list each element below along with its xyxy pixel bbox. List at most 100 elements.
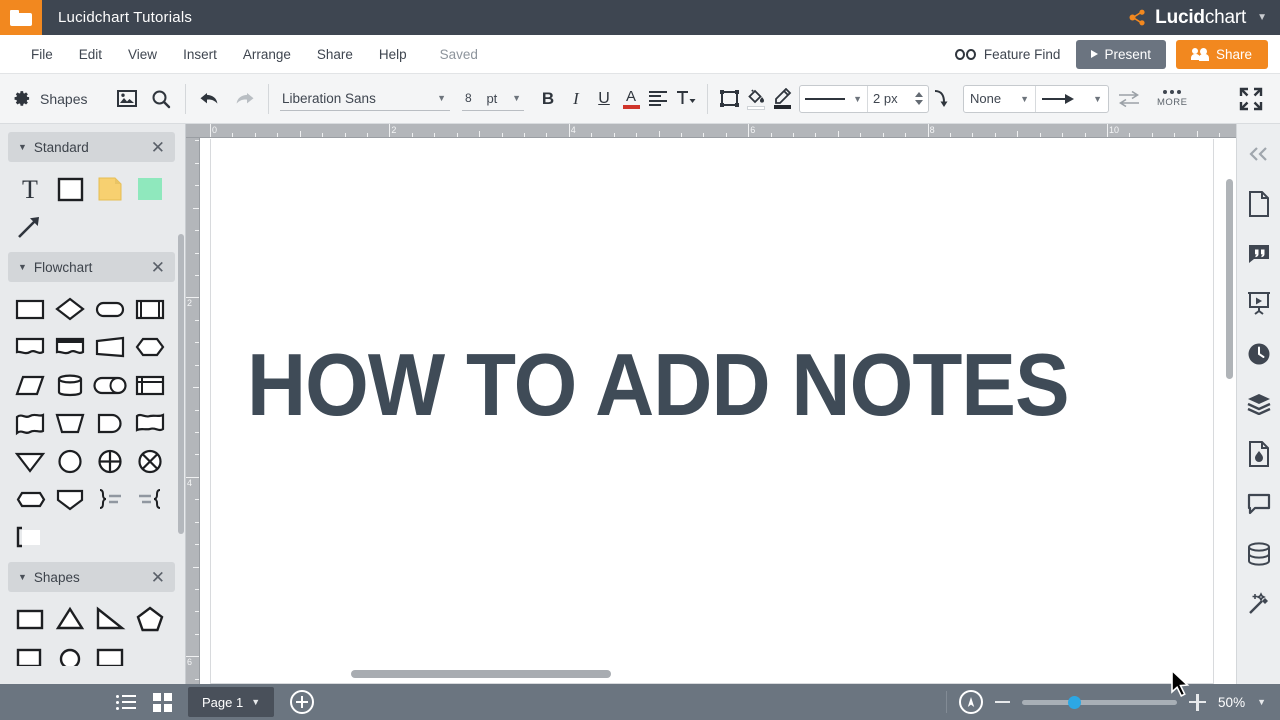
- present-button[interactable]: Present: [1076, 39, 1166, 69]
- grid-view-icon[interactable]: [146, 687, 178, 717]
- text-options-button[interactable]: [672, 84, 700, 114]
- shape-border-button[interactable]: [715, 84, 743, 114]
- shape-delay[interactable]: [130, 404, 170, 442]
- menu-item-view[interactable]: View: [115, 35, 170, 74]
- shape-section-shapes-header[interactable]: ▼ Shapes ✕: [8, 562, 175, 592]
- search-icon[interactable]: [144, 82, 178, 116]
- shape-manual-input[interactable]: [50, 480, 90, 518]
- shape-right-triangle[interactable]: [90, 600, 130, 638]
- arrow-start-select[interactable]: None ▼: [964, 85, 1036, 112]
- document-page[interactable]: HOW TO ADD NOTES: [210, 139, 1214, 684]
- shape-panel-scrollbar[interactable]: [178, 234, 184, 534]
- close-icon[interactable]: ✕: [151, 569, 165, 586]
- shape-section-standard-header[interactable]: ▼ Standard ✕: [8, 132, 175, 162]
- swap-arrows-icon[interactable]: [1117, 89, 1143, 109]
- notes-quote-icon[interactable]: [1242, 232, 1276, 276]
- shape-pentagon[interactable]: [130, 600, 170, 638]
- page-tab-page-1[interactable]: Page 1 ▼: [188, 687, 275, 717]
- shapes-toggle-button[interactable]: Shapes: [0, 89, 110, 108]
- line-width-stepper[interactable]: 2 px: [868, 86, 928, 112]
- line-color-button[interactable]: [769, 84, 795, 114]
- navigator-icon[interactable]: [959, 690, 984, 714]
- folder-icon[interactable]: [0, 0, 42, 35]
- shape-or-junction[interactable]: [130, 442, 170, 480]
- shape-summing-junction[interactable]: [90, 442, 130, 480]
- menu-item-share[interactable]: Share: [304, 35, 366, 74]
- zoom-out-icon[interactable]: [995, 700, 1011, 704]
- shape-rect-2[interactable]: [90, 638, 130, 676]
- shape-wave-document[interactable]: [10, 404, 50, 442]
- underline-button[interactable]: U: [590, 84, 618, 114]
- font-family-select[interactable]: Liberation Sans ▼: [280, 86, 450, 111]
- bold-button[interactable]: B: [534, 84, 562, 114]
- fill-color-button[interactable]: [743, 84, 769, 114]
- image-icon[interactable]: [110, 82, 144, 116]
- canvas-horizontal-scrollbar[interactable]: [351, 670, 611, 678]
- shape-internal-storage[interactable]: [130, 366, 170, 404]
- shape-rectangle[interactable]: [50, 170, 90, 208]
- menu-item-insert[interactable]: Insert: [170, 35, 230, 74]
- shape-terminator[interactable]: [90, 290, 130, 328]
- shape-text-tool[interactable]: T: [10, 170, 50, 208]
- shape-document[interactable]: [10, 328, 50, 366]
- menu-item-arrange[interactable]: Arrange: [230, 35, 304, 74]
- line-curve-button[interactable]: [929, 84, 955, 114]
- shape-database-cylinder[interactable]: [50, 366, 90, 404]
- shape-parallelogram-data[interactable]: [10, 366, 50, 404]
- shape-predefined-process[interactable]: [130, 290, 170, 328]
- line-style-select[interactable]: ▼: [800, 85, 868, 112]
- collapse-triangle-icon[interactable]: ▼: [18, 142, 27, 152]
- shape-multi-document[interactable]: [50, 328, 90, 366]
- magic-wand-icon[interactable]: [1242, 582, 1276, 626]
- shape-connector-circle[interactable]: [50, 442, 90, 480]
- list-view-icon[interactable]: [110, 687, 142, 717]
- shape-brace-right[interactable]: [90, 480, 130, 518]
- data-database-icon[interactable]: [1242, 532, 1276, 576]
- theme-droplet-icon[interactable]: [1242, 432, 1276, 476]
- chevron-down-icon[interactable]: ▼: [251, 697, 260, 707]
- collapse-panel-icon[interactable]: [1242, 132, 1276, 176]
- brand-chevron-down-icon[interactable]: ▼: [1257, 12, 1267, 23]
- page-document-icon[interactable]: [1242, 182, 1276, 226]
- menu-item-edit[interactable]: Edit: [66, 35, 115, 74]
- menu-item-help[interactable]: Help: [366, 35, 420, 74]
- redo-icon[interactable]: [227, 82, 261, 116]
- share-button[interactable]: Share: [1175, 39, 1268, 69]
- shape-merge-triangle[interactable]: [10, 442, 50, 480]
- canvas-title-text[interactable]: HOW TO ADD NOTES: [247, 334, 1070, 436]
- zoom-chevron-down-icon[interactable]: ▼: [1257, 697, 1266, 707]
- zoom-slider[interactable]: [1022, 695, 1178, 709]
- undo-icon[interactable]: [193, 82, 227, 116]
- shape-direct-access-storage[interactable]: [90, 366, 130, 404]
- shape-process[interactable]: [10, 290, 50, 328]
- layers-icon[interactable]: [1242, 382, 1276, 426]
- canvas-area[interactable]: 0 2 4 6 8 10 2 4 6 HOW TO ADD NOTES: [186, 124, 1236, 697]
- fullscreen-button[interactable]: [1238, 86, 1264, 112]
- font-size-select[interactable]: 8 pt ▼: [462, 86, 524, 111]
- shape-trapezoid-data[interactable]: [90, 328, 130, 366]
- shape-section-flowchart-header[interactable]: ▼ Flowchart ✕: [8, 252, 175, 282]
- brand-logo[interactable]: Lucidchart ▼: [1128, 7, 1280, 29]
- add-page-icon[interactable]: [290, 690, 315, 714]
- text-color-button[interactable]: A: [618, 84, 644, 114]
- shape-display[interactable]: [90, 404, 130, 442]
- shape-manual-operation[interactable]: [50, 404, 90, 442]
- shape-triangle[interactable]: [50, 600, 90, 638]
- feature-find-button[interactable]: Feature Find: [949, 47, 1067, 62]
- shape-preparation[interactable]: [130, 328, 170, 366]
- shape-square[interactable]: [10, 600, 50, 638]
- revision-history-clock-icon[interactable]: [1242, 332, 1276, 376]
- zoom-slider-knob[interactable]: [1068, 695, 1082, 709]
- align-button[interactable]: [644, 84, 672, 114]
- arrow-end-select[interactable]: ▼: [1036, 86, 1108, 112]
- canvas-vertical-scrollbar[interactable]: [1226, 179, 1233, 379]
- shape-bracket-card[interactable]: [10, 518, 50, 556]
- shape-brace-left[interactable]: [130, 480, 170, 518]
- italic-button[interactable]: I: [562, 84, 590, 114]
- shape-circle-2[interactable]: [50, 638, 90, 676]
- close-icon[interactable]: ✕: [151, 259, 165, 276]
- close-icon[interactable]: ✕: [151, 139, 165, 156]
- shape-arrow-tool[interactable]: [10, 208, 50, 246]
- shape-green-block[interactable]: [130, 170, 170, 208]
- presentation-icon[interactable]: [1242, 282, 1276, 326]
